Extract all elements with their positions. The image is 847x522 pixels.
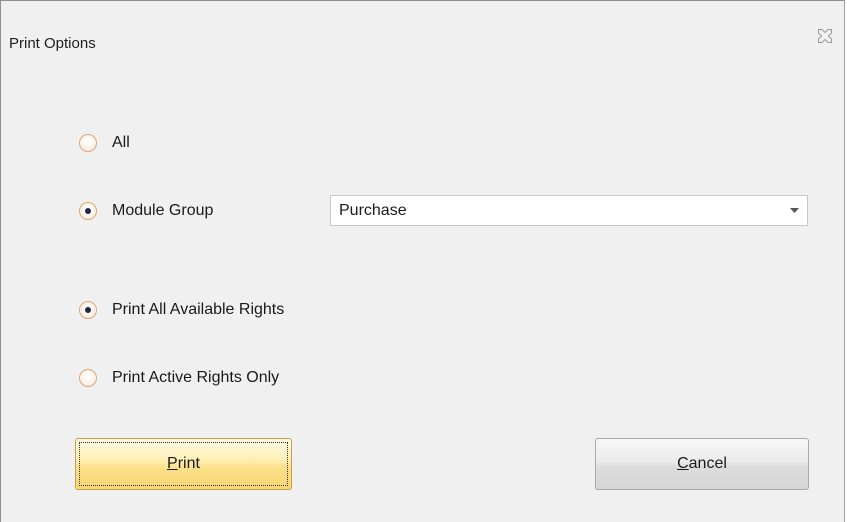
radio-all-circle[interactable] bbox=[79, 134, 97, 152]
radio-module-group-label: Module Group bbox=[112, 202, 214, 219]
radio-module-group[interactable]: Module Group bbox=[79, 199, 213, 223]
dialog-title: Print Options bbox=[9, 35, 96, 52]
cancel-button-label: Cancel bbox=[677, 455, 727, 473]
cancel-button[interactable]: Cancel bbox=[595, 438, 809, 490]
cancel-label-rest: ancel bbox=[688, 455, 727, 472]
radio-module-group-circle[interactable] bbox=[79, 202, 97, 220]
close-icon[interactable] bbox=[816, 27, 834, 45]
radio-all-label: All bbox=[112, 134, 130, 151]
radio-print-all-available-rights-label: Print All Available Rights bbox=[112, 301, 285, 318]
print-button[interactable]: Print bbox=[75, 438, 292, 490]
radio-print-active-rights-only-circle[interactable] bbox=[79, 369, 97, 387]
cancel-mnemonic: C bbox=[677, 455, 689, 472]
module-group-value: Purchase bbox=[339, 202, 407, 219]
radio-all[interactable]: All bbox=[79, 131, 130, 155]
radio-print-active-rights-only[interactable]: Print Active Rights Only bbox=[79, 366, 279, 390]
module-group-dropdown[interactable]: Purchase bbox=[330, 195, 808, 226]
print-label-rest: rint bbox=[177, 455, 200, 472]
print-options-dialog: Print Options All Module Group Purchase … bbox=[0, 0, 845, 522]
print-mnemonic: P bbox=[167, 455, 178, 472]
chevron-down-icon[interactable] bbox=[781, 196, 807, 225]
radio-print-all-available-rights[interactable]: Print All Available Rights bbox=[79, 298, 284, 322]
title-bar: Print Options bbox=[1, 1, 844, 81]
radio-print-all-available-rights-circle[interactable] bbox=[79, 301, 97, 319]
radio-print-active-rights-only-label: Print Active Rights Only bbox=[112, 369, 280, 386]
print-button-label: Print bbox=[167, 455, 200, 473]
